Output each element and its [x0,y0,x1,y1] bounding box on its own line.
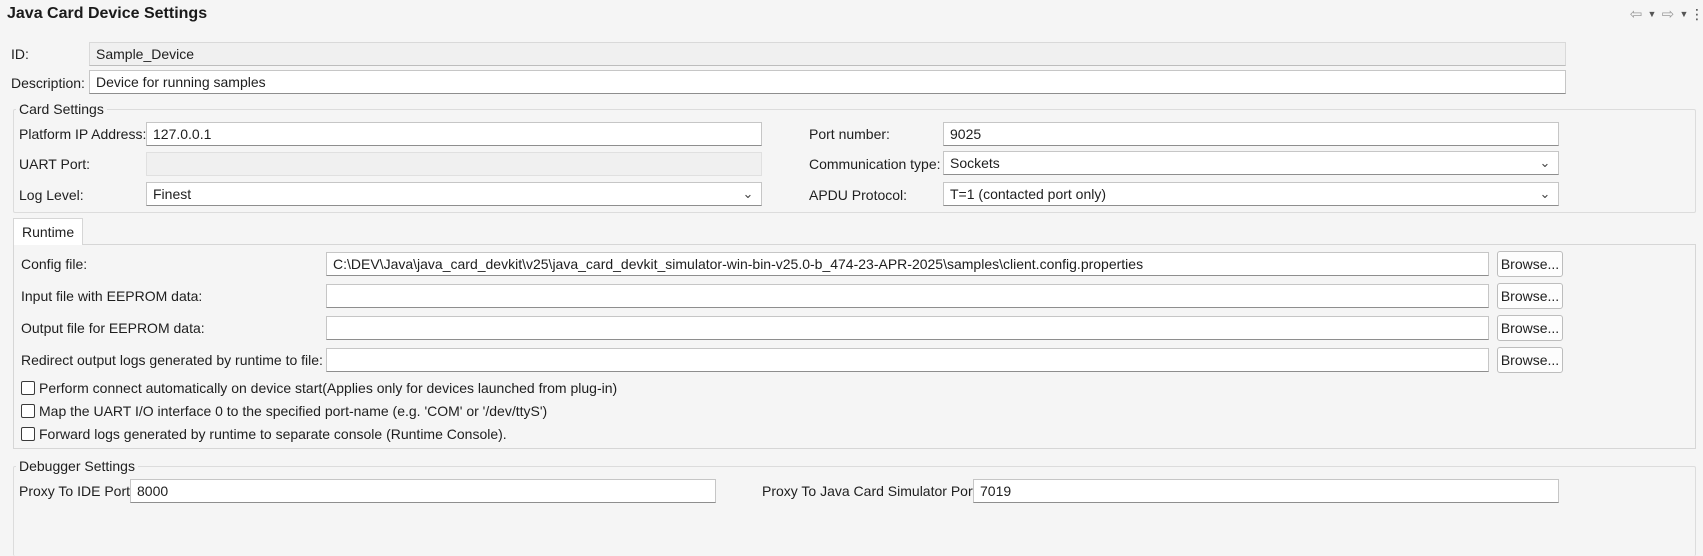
chevron-down-icon[interactable]: ▼ [1677,5,1691,23]
communication-type-label: Communication type: [809,156,941,172]
chevron-down-icon[interactable]: ▼ [1645,5,1659,23]
forward-logs-checkbox[interactable] [21,427,35,441]
apdu-protocol-label: APDU Protocol: [809,187,908,203]
auto-connect-checkbox[interactable] [21,381,35,395]
apdu-protocol-value: T=1 (contacted port only) [950,186,1107,202]
card-settings-title: Card Settings [16,101,107,117]
redirect-logs-label: Redirect output logs generated by runtim… [21,352,323,368]
chevron-down-icon: ⌄ [1539,155,1551,170]
log-level-value: Finest [153,186,192,202]
browse-config-button[interactable]: Browse... [1497,251,1563,277]
debugger-settings-title: Debugger Settings [16,458,138,474]
forward-arrow-icon[interactable]: ⇨ [1659,5,1677,23]
proxy-simulator-label: Proxy To Java Card Simulator Port: [762,483,981,499]
proxy-simulator-field[interactable]: 7019 [973,479,1559,503]
uart-port-field [146,152,762,176]
forward-logs-option[interactable]: Forward logs generated by runtime to sep… [21,425,507,443]
map-uart-label: Map the UART I/O interface 0 to the spec… [39,403,548,419]
proxy-ide-field[interactable]: 8000 [130,479,716,503]
description-field[interactable]: Device for running samples [89,70,1566,94]
port-number-field[interactable]: 9025 [943,122,1559,146]
platform-ip-field[interactable]: 127.0.0.1 [146,122,762,146]
header-toolbar: ⇦ ▼ ⇨ ▼ ⋮ [1627,4,1703,24]
auto-connect-option[interactable]: Perform connect automatically on device … [21,379,617,397]
back-arrow-icon[interactable]: ⇦ [1627,5,1645,23]
port-number-label: Port number: [809,126,890,142]
redirect-logs-field[interactable] [326,348,1489,372]
description-label: Description: [11,75,85,91]
proxy-ide-label: Proxy To IDE Port: [19,483,134,499]
editor-header: Java Card Device Settings ⇦ ▼ ⇨ ▼ ⋮ [0,0,1703,30]
forward-logs-label: Forward logs generated by runtime to sep… [39,426,507,442]
log-level-select[interactable]: Finest ⌄ [146,182,762,206]
browse-redirect-logs-button[interactable]: Browse... [1497,347,1563,373]
communication-type-value: Sockets [950,155,1000,171]
output-eeprom-field[interactable] [326,316,1489,340]
input-eeprom-label: Input file with EEPROM data: [21,288,203,304]
map-uart-option[interactable]: Map the UART I/O interface 0 to the spec… [21,402,547,420]
output-eeprom-label: Output file for EEPROM data: [21,320,205,336]
chevron-down-icon: ⌄ [742,186,754,201]
chevron-down-icon: ⌄ [1539,186,1551,201]
auto-connect-label: Perform connect automatically on device … [39,380,618,396]
communication-type-select[interactable]: Sockets ⌄ [943,151,1559,175]
log-level-label: Log Level: [19,187,84,203]
id-field: Sample_Device [89,42,1566,66]
config-file-label: Config file: [21,256,88,272]
uart-port-label: UART Port: [19,156,91,172]
page-title: Java Card Device Settings [7,5,208,22]
vertical-dots-icon[interactable]: ⋮ [1690,5,1703,23]
config-file-field[interactable]: C:\DEV\Java\java_card_devkit\v25\java_ca… [326,252,1489,276]
tab-runtime[interactable]: Runtime [13,218,84,245]
browse-input-eeprom-button[interactable]: Browse... [1497,283,1563,309]
platform-ip-label: Platform IP Address: [19,126,147,142]
input-eeprom-field[interactable] [326,284,1489,308]
map-uart-checkbox[interactable] [21,404,35,418]
browse-output-eeprom-button[interactable]: Browse... [1497,315,1563,341]
apdu-protocol-select[interactable]: T=1 (contacted port only) ⌄ [943,182,1559,206]
id-label: ID: [11,46,29,62]
